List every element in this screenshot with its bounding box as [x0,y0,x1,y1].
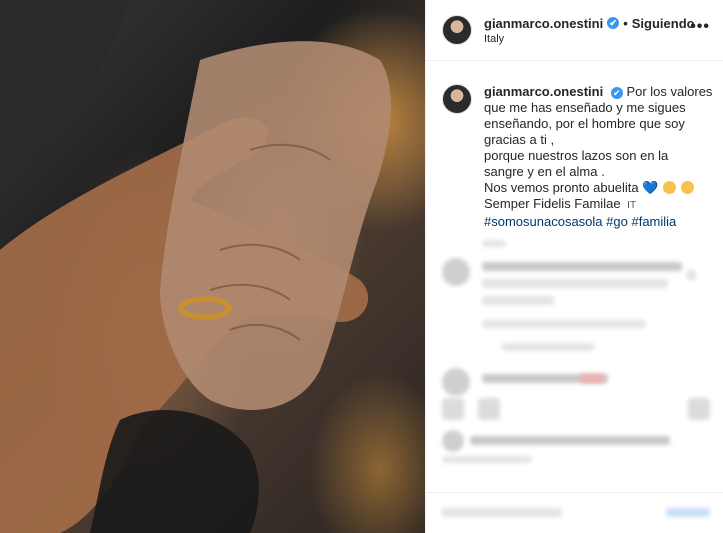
liked-by-avatar-blur [442,430,464,452]
publish-button[interactable] [666,508,710,517]
caption-line-7: Nos vemos pronto abuelita [484,180,639,195]
divider [426,492,723,493]
post-header: gianmarco.onestini ✔ • Siguiendo Italy •… [426,0,723,61]
italy-flag-icon: IT [627,200,637,211]
caption-username[interactable]: gianmarco.onestini [484,84,603,99]
caption-line-4: gracias a ti , [484,132,555,147]
caption-line-6: sangre y en el alma . [484,164,605,179]
post-location[interactable]: Italy [484,33,695,45]
comment-text-blur [482,262,682,271]
caption-avatar[interactable] [442,84,472,114]
caption-line-3: enseñando, por el hombre que soy [484,116,685,131]
post-photo [0,0,425,533]
comment-icon[interactable] [478,398,500,420]
blue-heart-icon: 💙 [642,180,659,195]
separator-dot: • [623,15,628,31]
save-icon[interactable] [688,398,710,420]
caption-line-1: Por los valores [626,84,713,99]
author-username[interactable]: gianmarco.onestini [484,16,603,31]
add-comment-input[interactable] [442,508,562,517]
comment-text-blur [482,279,668,288]
caption-block: gianmarco.onestini ✔ Por los valores que… [442,84,714,230]
comment-meta-blur [482,320,646,328]
author-avatar[interactable] [442,15,472,45]
comment-avatar-blur [442,368,470,396]
post-date-blur [442,456,532,463]
like-icon[interactable] [442,398,464,420]
caption-line-8: Semper Fidelis Familae [484,196,621,211]
smiling-face-icon [663,181,677,194]
liked-by-text-blur [470,436,670,445]
caption-line-2: que me has enseñado y me sigues [484,100,686,115]
hashtag-familia[interactable]: #familia [631,214,676,229]
more-options-icon[interactable]: ••• [690,18,710,36]
caption-text: gianmarco.onestini ✔ Por los valores que… [484,84,712,230]
post-sidebar: gianmarco.onestini ✔ • Siguiendo Italy •… [425,0,723,533]
following-button[interactable]: Siguiendo [632,16,695,31]
caption-verified-icon: ✔ [610,87,623,99]
verified-badge-icon: ✔ [607,17,620,29]
author-info: gianmarco.onestini ✔ • Siguiendo Italy [484,16,695,45]
comment-like-icon[interactable] [686,270,696,280]
hashtag-somosunacosasola[interactable]: #somosunacosasola [484,214,603,229]
comment-avatar-blur [442,258,470,286]
comment-text-blur [482,296,554,305]
view-replies-blur [502,343,594,351]
comment-emoji-blur [580,374,604,383]
hands-illustration [0,0,391,533]
caption-line-5: porque nuestros lazos son en la [484,148,669,163]
caption-timestamp-blur [482,240,506,247]
hashtag-go[interactable]: #go [606,214,628,229]
smiling-face-icon [680,181,694,194]
